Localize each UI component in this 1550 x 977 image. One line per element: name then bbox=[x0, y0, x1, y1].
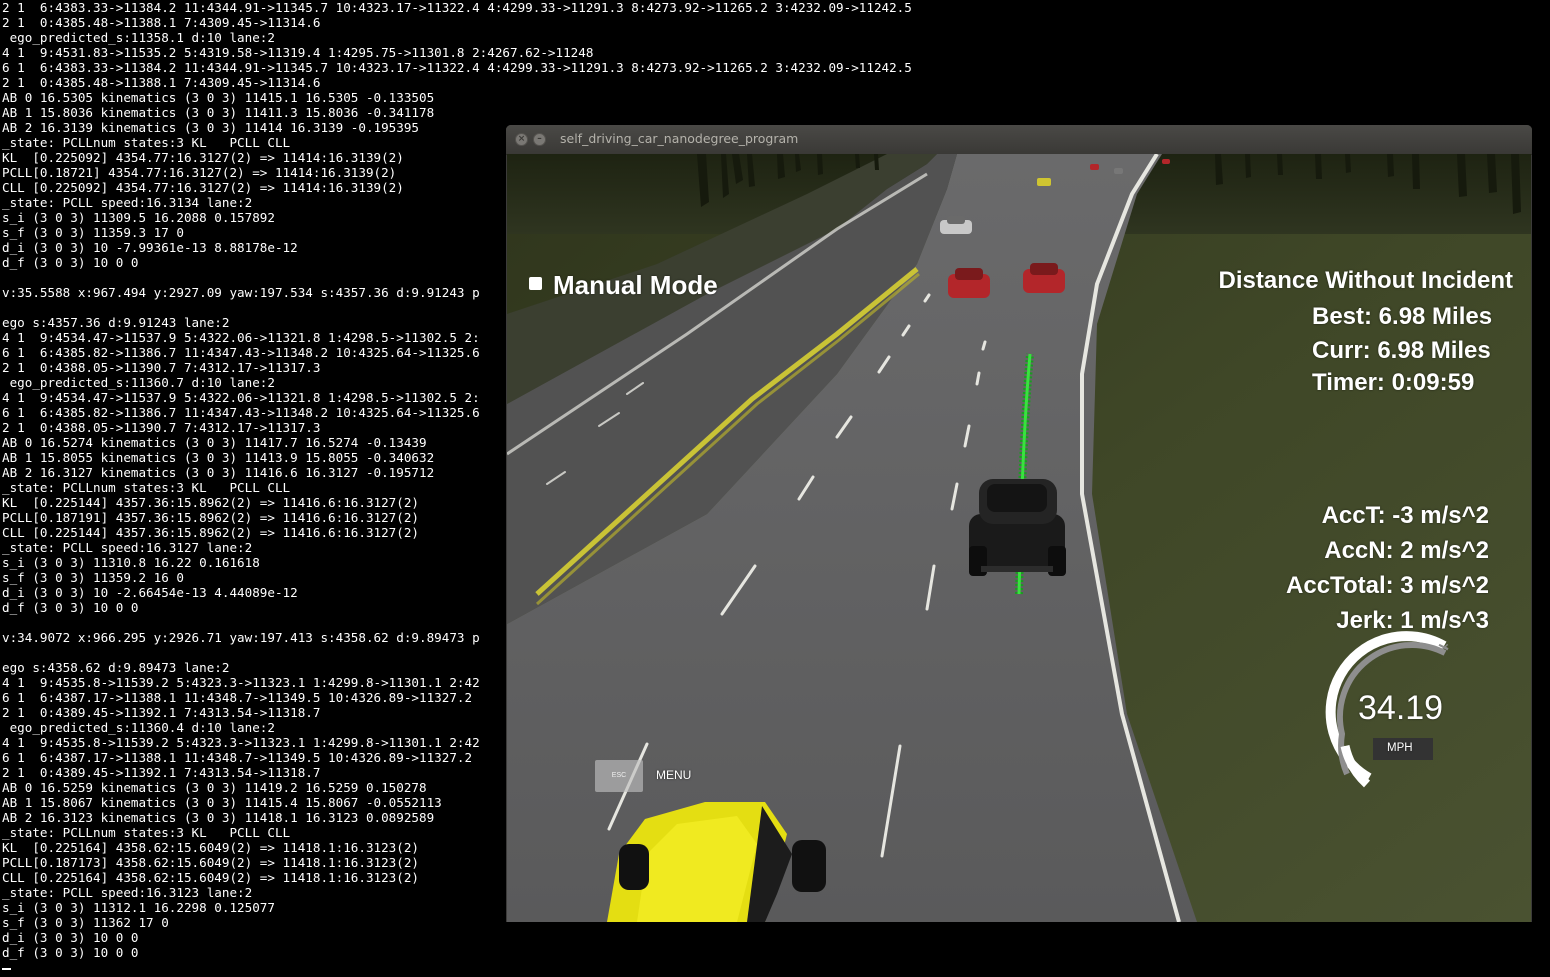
terminal-line: CLL [0.225164] 4358.62:15.6049(2) => 114… bbox=[2, 870, 420, 885]
terminal-line: _state: PCLL speed:16.3134 lane:2 bbox=[2, 195, 253, 210]
ego-car bbox=[969, 479, 1066, 576]
simulator-window[interactable]: × – self_driving_car_nanodegree_program bbox=[506, 125, 1532, 922]
terminal-line: s_i (3 0 3) 11310.8 16.22 0.161618 bbox=[2, 555, 260, 570]
jerk: Jerk: 1 m/s^3 bbox=[1336, 607, 1489, 634]
terminal-line: AB 2 16.3139 kinematics (3 0 3) 11414 16… bbox=[2, 120, 420, 135]
terminal-line: KL [0.225164] 4358.62:15.6049(2) => 1141… bbox=[2, 840, 420, 855]
terminal-line: CLL [0.225092] 4354.77:16.3127(2) => 114… bbox=[2, 180, 404, 195]
speed-value: 34.19 bbox=[1358, 689, 1444, 727]
terminal-line: 6 1 6:4385.82->11386.7 11:4347.43->11348… bbox=[2, 405, 480, 420]
terminal-line: d_i (3 0 3) 10 0 0 bbox=[2, 930, 139, 945]
distance-title: Distance Without Incident bbox=[1218, 267, 1513, 294]
terminal-line: 2 1 0:4388.05->11390.7 7:4312.17->11317.… bbox=[2, 420, 321, 435]
terminal-line: _state: PCLLnum states:3 KL PCLL CLL bbox=[2, 480, 291, 495]
terminal-line: s_i (3 0 3) 11312.1 16.2298 0.125077 bbox=[2, 900, 275, 915]
terminal-line: 6 1 6:4385.82->11386.7 11:4347.43->11348… bbox=[2, 345, 480, 360]
terminal-line: s_i (3 0 3) 11309.5 16.2088 0.157892 bbox=[2, 210, 275, 225]
acc-tangential: AccT: -3 m/s^2 bbox=[1321, 502, 1489, 529]
timer: Timer: 0:09:59 bbox=[1312, 369, 1475, 396]
terminal-line: _state: PCLL speed:16.3127 lane:2 bbox=[2, 540, 253, 555]
terminal-line: d_f (3 0 3) 10 0 0 bbox=[2, 600, 139, 615]
terminal-line: 2 1 6:4383.33->11384.2 11:4344.91->11345… bbox=[2, 0, 912, 15]
terminal-line: AB 1 15.8036 kinematics (3 0 3) 11411.3 … bbox=[2, 105, 435, 120]
simulator-scene: Manual Mode Distance Without Incident Be… bbox=[506, 152, 1531, 922]
terminal-line: d_i (3 0 3) 10 -2.66454e-13 4.44089e-12 bbox=[2, 585, 298, 600]
terminal-line: AB 0 16.5305 kinematics (3 0 3) 11415.1 … bbox=[2, 90, 435, 105]
terminal-line: ego_predicted_s:11358.1 d:10 lane:2 bbox=[2, 30, 275, 45]
terminal-line: s_f (3 0 3) 11359.2 16 0 bbox=[2, 570, 184, 585]
acc-normal: AccN: 2 m/s^2 bbox=[1324, 537, 1489, 564]
terminal-line: CLL [0.225144] 4357.36:15.8962(2) => 114… bbox=[2, 525, 420, 540]
terminal-line: AB 0 16.5274 kinematics (3 0 3) 11417.7 … bbox=[2, 435, 427, 450]
current-distance: Curr: 6.98 Miles bbox=[1312, 337, 1491, 364]
terminal-line: d_i (3 0 3) 10 -7.99361e-13 8.88178e-12 bbox=[2, 240, 298, 255]
mode-checkbox-icon bbox=[529, 277, 542, 290]
terminal-line: s_f (3 0 3) 11359.3 17 0 bbox=[2, 225, 184, 240]
terminal-line: AB 2 16.3127 kinematics (3 0 3) 11416.6 … bbox=[2, 465, 435, 480]
terminal-line: 4 1 9:4531.83->11535.2 5:4319.58->11319.… bbox=[2, 45, 594, 60]
acc-total: AccTotal: 3 m/s^2 bbox=[1286, 572, 1489, 599]
terminal-line: 2 1 0:4389.45->11392.1 7:4313.54->11318.… bbox=[2, 765, 321, 780]
terminal-line: 6 1 6:4387.17->11388.1 11:4348.7->11349.… bbox=[2, 750, 473, 765]
terminal-cursor bbox=[2, 968, 11, 970]
terminal-line: 2 1 0:4389.45->11392.1 7:4313.54->11318.… bbox=[2, 705, 321, 720]
window-titlebar[interactable]: × – self_driving_car_nanodegree_program bbox=[506, 125, 1532, 155]
terminal-line: KL [0.225144] 4357.36:15.8962(2) => 1141… bbox=[2, 495, 420, 510]
speed-unit: MPH bbox=[1387, 742, 1413, 754]
terminal-line: ego_predicted_s:11360.4 d:10 lane:2 bbox=[2, 720, 275, 735]
terminal-line: v:35.5588 x:967.494 y:2927.09 yaw:197.53… bbox=[2, 285, 480, 300]
terminal-line: 6 1 6:4387.17->11388.1 11:4348.7->11349.… bbox=[2, 690, 473, 705]
terminal-line: 2 1 0:4388.05->11390.7 7:4312.17->11317.… bbox=[2, 360, 321, 375]
terminal-line: 4 1 9:4534.47->11537.9 5:4322.06->11321.… bbox=[2, 330, 480, 345]
terminal-line: _state: PCLL speed:16.3123 lane:2 bbox=[2, 885, 253, 900]
terminal-line: 2 1 0:4385.48->11388.1 7:4309.45->11314.… bbox=[2, 15, 321, 30]
terminal-line: 4 1 9:4534.47->11537.9 5:4322.06->11321.… bbox=[2, 390, 480, 405]
terminal-line: s_f (3 0 3) 11362 17 0 bbox=[2, 915, 169, 930]
terminal-line: ego_predicted_s:11360.7 d:10 lane:2 bbox=[2, 375, 275, 390]
terminal-line: ego s:4358.62 d:9.89473 lane:2 bbox=[2, 660, 230, 675]
best-distance: Best: 6.98 Miles bbox=[1312, 303, 1493, 330]
terminal-line: KL [0.225092] 4354.77:16.3127(2) => 1141… bbox=[2, 150, 404, 165]
window-title: self_driving_car_nanodegree_program bbox=[560, 131, 799, 146]
terminal-line: _state: PCLLnum states:3 KL PCLL CLL bbox=[2, 825, 291, 840]
terminal-line: v:34.9072 x:966.295 y:2926.71 yaw:197.41… bbox=[2, 630, 480, 645]
menu-label[interactable]: MENU bbox=[656, 768, 691, 782]
minimize-icon[interactable]: – bbox=[533, 133, 546, 146]
terminal-line: _state: PCLLnum states:3 KL PCLL CLL bbox=[2, 135, 291, 150]
terminal-line: AB 1 15.8067 kinematics (3 0 3) 11415.4 … bbox=[2, 795, 442, 810]
terminal-line: ego s:4357.36 d:9.91243 lane:2 bbox=[2, 315, 230, 330]
mode-label: Manual Mode bbox=[553, 270, 718, 300]
terminal-line: AB 1 15.8055 kinematics (3 0 3) 11413.9 … bbox=[2, 450, 435, 465]
terminal-line: AB 2 16.3123 kinematics (3 0 3) 11418.1 … bbox=[2, 810, 435, 825]
close-icon[interactable]: × bbox=[515, 133, 528, 146]
terminal-line: 4 1 9:4535.8->11539.2 5:4323.3->11323.1 … bbox=[2, 735, 480, 750]
terminal-line: PCLL[0.18721] 4354.77:16.3127(2) => 1141… bbox=[2, 165, 397, 180]
terminal-line: PCLL[0.187173] 4358.62:15.6049(2) => 114… bbox=[2, 855, 420, 870]
terminal-line: PCLL[0.187191] 4357.36:15.8962(2) => 114… bbox=[2, 510, 420, 525]
esc-button[interactable]: ESC bbox=[595, 760, 643, 792]
terminal-line: d_f (3 0 3) 10 0 0 bbox=[2, 945, 139, 960]
terminal-line: 2 1 0:4385.48->11388.1 7:4309.45->11314.… bbox=[2, 75, 321, 90]
terminal-line: 4 1 9:4535.8->11539.2 5:4323.3->11323.1 … bbox=[2, 675, 480, 690]
terminal-line: d_f (3 0 3) 10 0 0 bbox=[2, 255, 139, 270]
terminal-line: AB 0 16.5259 kinematics (3 0 3) 11419.2 … bbox=[2, 780, 427, 795]
terminal-line: 6 1 6:4383.33->11384.2 11:4344.91->11345… bbox=[2, 60, 912, 75]
